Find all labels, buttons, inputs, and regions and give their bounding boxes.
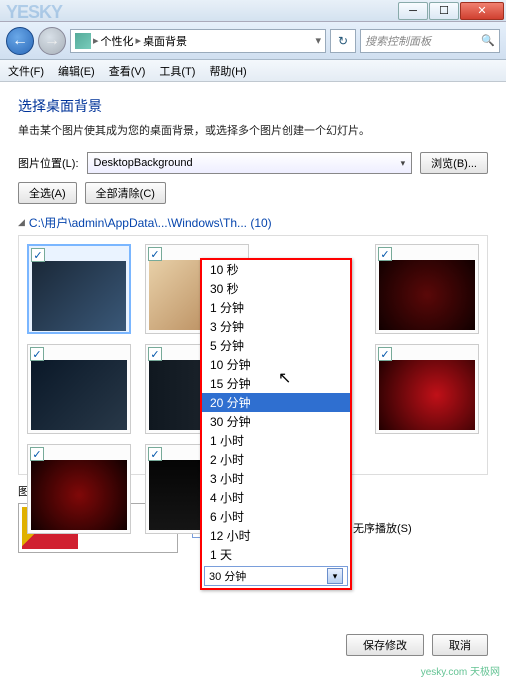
save-button[interactable]: 保存修改: [346, 634, 424, 656]
dropdown-option[interactable]: 6 小时: [202, 507, 350, 526]
dropdown-option[interactable]: 2 小时: [202, 450, 350, 469]
dropdown-option[interactable]: 4 小时: [202, 488, 350, 507]
browse-button[interactable]: 浏览(B)...: [420, 152, 488, 174]
thumbnail-image: [379, 260, 475, 330]
menu-bar: 文件(F) 编辑(E) 查看(V) 工具(T) 帮助(H): [0, 60, 506, 82]
menu-view[interactable]: 查看(V): [109, 63, 146, 79]
dropdown-option[interactable]: 15 分钟: [202, 374, 350, 393]
thumbnail-item[interactable]: ✓: [27, 244, 131, 334]
watermark-logo-top: YESKY: [6, 2, 62, 23]
thumbnail-checkbox[interactable]: ✓: [30, 447, 44, 461]
dropdown-current[interactable]: 30 分钟▾: [204, 566, 348, 586]
dropdown-option[interactable]: 10 分钟: [202, 355, 350, 374]
page-title: 选择桌面背景: [18, 96, 488, 116]
thumbnail-item[interactable]: ✓: [27, 444, 131, 534]
thumbnail-image: [379, 360, 475, 430]
interval-dropdown[interactable]: 10 秒30 秒1 分钟3 分钟5 分钟10 分钟15 分钟20 分钟30 分钟…: [200, 258, 352, 590]
breadcrumb-item[interactable]: 桌面背景: [143, 33, 187, 49]
expand-icon: ◢: [18, 217, 25, 228]
thumbnail-image: [31, 460, 127, 530]
dropdown-option[interactable]: 30 分钟: [202, 412, 350, 431]
thumbnail-item[interactable]: ✓: [375, 244, 479, 334]
menu-tools[interactable]: 工具(T): [159, 63, 195, 79]
dropdown-option[interactable]: 5 分钟: [202, 336, 350, 355]
close-button[interactable]: ✕: [460, 2, 504, 20]
thumbnail-checkbox[interactable]: ✓: [31, 248, 45, 262]
location-value: DesktopBackground: [94, 157, 193, 169]
select-all-button[interactable]: 全选(A): [18, 182, 77, 204]
breadcrumb-item[interactable]: 个性化: [101, 33, 134, 49]
breadcrumb-sep-icon: ▸: [136, 34, 142, 47]
cancel-button[interactable]: 取消: [432, 634, 488, 656]
menu-file[interactable]: 文件(F): [8, 63, 44, 79]
dropdown-option[interactable]: 1 分钟: [202, 298, 350, 317]
minimize-button[interactable]: ─: [398, 2, 428, 20]
chevron-down-icon: ▾: [401, 158, 406, 169]
breadcrumb-dropdown-icon[interactable]: ▾: [315, 34, 321, 47]
search-input[interactable]: 搜索控制面板 🔍: [360, 29, 500, 53]
location-combo[interactable]: DesktopBackground ▾: [87, 152, 413, 174]
folder-header[interactable]: ◢ C:\用户\admin\AppData\...\Windows\Th... …: [18, 214, 488, 231]
dropdown-option[interactable]: 20 分钟: [202, 393, 350, 412]
dropdown-option[interactable]: 12 小时: [202, 526, 350, 545]
refresh-button[interactable]: ↻: [330, 29, 356, 53]
thumbnail-checkbox[interactable]: ✓: [30, 347, 44, 361]
thumbnail-item[interactable]: ✓: [375, 344, 479, 434]
search-icon: 🔍: [481, 34, 495, 47]
back-button[interactable]: ←: [6, 27, 34, 55]
folder-path: C:\用户\admin\AppData\...\Windows\Th... (1…: [29, 214, 272, 231]
clear-all-button[interactable]: 全部清除(C): [85, 182, 166, 204]
thumbnail-checkbox[interactable]: ✓: [148, 347, 162, 361]
location-icon: [75, 33, 91, 49]
page-description: 单击某个图片使其成为您的桌面背景，或选择多个图片创建一个幻灯片。: [18, 122, 488, 138]
thumbnail-image: [32, 261, 126, 331]
watermark: yesky.com 天极网: [421, 663, 500, 678]
breadcrumb-sep-icon: ▸: [93, 34, 99, 47]
watermark-text: yesky.com 天极网: [421, 663, 500, 678]
forward-button[interactable]: →: [38, 27, 66, 55]
menu-edit[interactable]: 编辑(E): [58, 63, 95, 79]
footer-buttons: 保存修改 取消: [346, 634, 488, 656]
thumbnail-checkbox[interactable]: ✓: [148, 247, 162, 261]
thumbnail-checkbox[interactable]: ✓: [378, 347, 392, 361]
menu-help[interactable]: 帮助(H): [209, 63, 246, 79]
thumbnail-checkbox[interactable]: ✓: [148, 447, 162, 461]
dropdown-option[interactable]: 1 天: [202, 545, 350, 564]
dropdown-option[interactable]: 3 分钟: [202, 317, 350, 336]
search-placeholder: 搜索控制面板: [365, 33, 431, 49]
dropdown-option[interactable]: 10 秒: [202, 260, 350, 279]
dropdown-option[interactable]: 3 小时: [202, 469, 350, 488]
dropdown-option[interactable]: 1 小时: [202, 431, 350, 450]
dropdown-option[interactable]: 30 秒: [202, 279, 350, 298]
thumbnail-item[interactable]: ✓: [27, 344, 131, 434]
nav-bar: ← → ▸ 个性化 ▸ 桌面背景 ▾ ↻ 搜索控制面板 🔍: [0, 22, 506, 60]
location-label: 图片位置(L):: [18, 155, 79, 171]
thumbnail-image: [31, 360, 127, 430]
window-titlebar: ─ ☐ ✕: [0, 0, 506, 22]
maximize-button[interactable]: ☐: [429, 2, 459, 20]
thumbnail-checkbox[interactable]: ✓: [378, 247, 392, 261]
breadcrumb[interactable]: ▸ 个性化 ▸ 桌面背景 ▾: [70, 29, 326, 53]
